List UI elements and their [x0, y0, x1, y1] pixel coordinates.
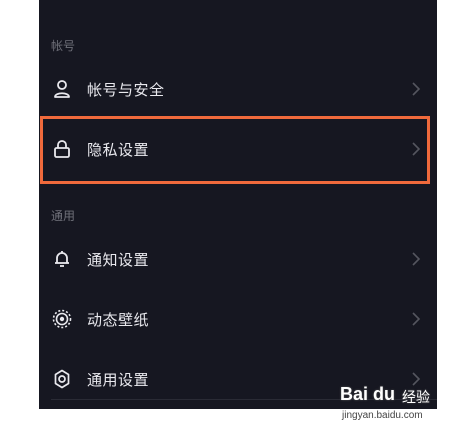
settings-item-label: 通用设置 [87, 370, 150, 389]
gear-icon [51, 368, 73, 390]
settings-item-label: 通知设置 [87, 250, 150, 269]
settings-screen: 帐号 帐号与安全 隐私设置 通用 通知设置 动态壁纸 通用设置 [39, 0, 437, 409]
settings-item-live-wallpaper[interactable]: 动态壁纸 [39, 289, 437, 349]
chevron-right-icon [412, 312, 421, 326]
baidu-jingyan-watermark: Bai du 经验 jingyan.baidu.com [340, 384, 440, 430]
settings-item-privacy[interactable]: 隐私设置 [39, 119, 437, 179]
settings-item-account-security[interactable]: 帐号与安全 [39, 59, 437, 119]
bell-icon [51, 248, 73, 270]
section-title-account: 帐号 [51, 39, 76, 53]
chevron-right-icon [412, 252, 421, 266]
settings-item-label: 帐号与安全 [87, 80, 165, 99]
chevron-right-icon [412, 142, 421, 156]
watermark-product: 经验 [402, 390, 430, 406]
target-icon [51, 308, 73, 330]
settings-item-label: 隐私设置 [87, 140, 150, 159]
settings-item-notifications[interactable]: 通知设置 [39, 229, 437, 289]
section-title-general: 通用 [51, 209, 76, 223]
watermark-url: jingyan.baidu.com [342, 410, 423, 421]
person-icon [51, 78, 73, 100]
chevron-right-icon [412, 82, 421, 96]
watermark-brand: Bai du [340, 384, 396, 404]
lock-icon [51, 138, 73, 160]
settings-item-label: 动态壁纸 [87, 310, 150, 329]
